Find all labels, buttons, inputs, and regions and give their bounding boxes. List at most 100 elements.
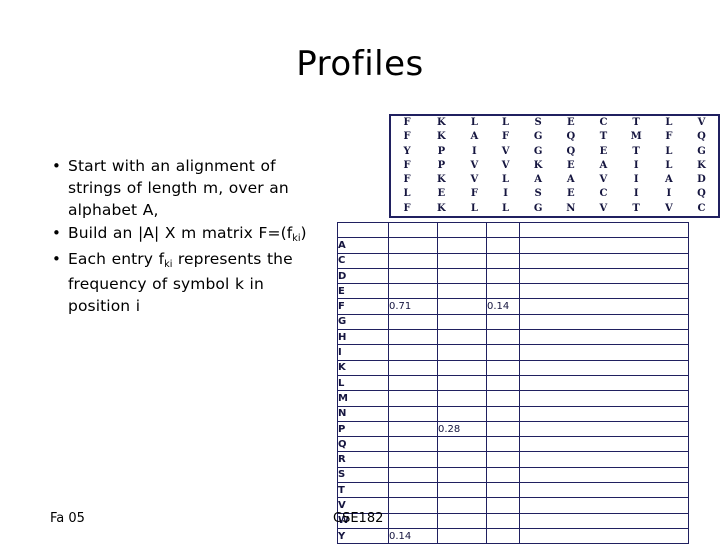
alignment-column: CTEAVCV xyxy=(587,115,620,217)
alignment-residue: M xyxy=(630,131,642,143)
matrix-cell[interactable] xyxy=(388,252,438,269)
matrix-cell[interactable] xyxy=(388,405,438,422)
matrix-cell[interactable] xyxy=(519,283,689,300)
matrix-cell[interactable] xyxy=(519,267,689,285)
matrix-cell[interactable] xyxy=(388,512,438,529)
matrix-cell[interactable] xyxy=(519,405,689,422)
matrix-cell[interactable]: 0.28 xyxy=(437,420,487,438)
matrix-cell[interactable] xyxy=(519,374,689,392)
matrix-cell[interactable] xyxy=(388,374,438,392)
matrix-cell[interactable] xyxy=(437,267,487,285)
matrix-cell[interactable] xyxy=(486,497,520,514)
matrix-cell[interactable] xyxy=(486,482,520,499)
matrix-cell[interactable] xyxy=(388,420,438,438)
alignment-residue: A xyxy=(566,174,575,186)
matrix-cell[interactable] xyxy=(437,405,487,422)
alignment-residue: C xyxy=(697,202,706,214)
matrix-cell[interactable] xyxy=(486,405,520,422)
matrix-cell[interactable] xyxy=(437,283,487,300)
matrix-cell[interactable] xyxy=(519,298,689,315)
table-row: P 0.28 xyxy=(337,420,689,438)
matrix-cell[interactable]: 0.14 xyxy=(486,298,520,315)
matrix-cell[interactable] xyxy=(437,466,487,484)
matrix-cell[interactable] xyxy=(388,390,438,407)
matrix-header-strip xyxy=(337,221,689,239)
matrix-cell[interactable] xyxy=(519,420,689,438)
matrix-cell[interactable] xyxy=(486,527,520,544)
matrix-cell[interactable] xyxy=(388,359,438,376)
matrix-cell[interactable] xyxy=(388,329,438,346)
matrix-cell[interactable] xyxy=(388,482,438,499)
matrix-cell[interactable] xyxy=(437,436,487,453)
matrix-cell[interactable] xyxy=(519,451,689,468)
alignment-residue: L xyxy=(502,117,510,128)
matrix-cell[interactable] xyxy=(519,329,689,346)
matrix-cell[interactable] xyxy=(519,390,689,407)
matrix-cell[interactable] xyxy=(388,313,438,331)
matrix-cell[interactable] xyxy=(486,344,520,361)
matrix-cell[interactable] xyxy=(486,374,520,392)
matrix-cell[interactable] xyxy=(437,313,487,331)
matrix-cell[interactable] xyxy=(437,237,487,254)
matrix-cell[interactable] xyxy=(437,374,487,392)
alignment-residue: K xyxy=(437,202,446,214)
matrix-cell[interactable] xyxy=(388,283,438,300)
matrix-cell[interactable] xyxy=(437,527,487,544)
matrix-cell[interactable] xyxy=(486,283,520,300)
matrix-cell[interactable] xyxy=(519,482,689,499)
matrix-cell[interactable] xyxy=(486,237,520,254)
matrix-cell[interactable] xyxy=(388,466,438,484)
matrix-cell[interactable] xyxy=(519,527,689,544)
matrix-cell[interactable]: 0.71 xyxy=(388,298,438,315)
matrix-cell[interactable] xyxy=(486,313,520,331)
matrix-row-label: L xyxy=(337,374,389,392)
alignment-residue: F xyxy=(403,131,411,143)
matrix-cell[interactable] xyxy=(486,512,520,529)
matrix-cell[interactable] xyxy=(486,390,520,407)
matrix-cell[interactable] xyxy=(486,451,520,468)
matrix-row-label: D xyxy=(337,267,389,285)
matrix-cell[interactable] xyxy=(437,512,487,529)
matrix-cell[interactable] xyxy=(486,329,520,346)
matrix-cell[interactable] xyxy=(437,482,487,499)
matrix-cell[interactable] xyxy=(486,252,520,269)
matrix-cell[interactable] xyxy=(437,252,487,269)
matrix-cell[interactable] xyxy=(437,329,487,346)
alignment-residue: A xyxy=(599,159,608,171)
matrix-cell[interactable] xyxy=(437,497,487,514)
matrix-cell[interactable] xyxy=(486,436,520,453)
matrix-cell[interactable] xyxy=(519,237,689,254)
matrix-cell[interactable] xyxy=(437,390,487,407)
matrix-cell[interactable] xyxy=(437,344,487,361)
matrix-cell[interactable] xyxy=(519,344,689,361)
matrix-cell[interactable] xyxy=(437,359,487,376)
matrix-cell[interactable] xyxy=(486,420,520,438)
matrix-cell[interactable] xyxy=(388,344,438,361)
matrix-cell[interactable] xyxy=(519,466,689,484)
matrix-cell[interactable] xyxy=(437,298,487,315)
matrix-cell[interactable] xyxy=(519,497,689,514)
matrix-cell[interactable] xyxy=(519,359,689,376)
matrix-cell[interactable] xyxy=(519,313,689,331)
matrix-cell[interactable] xyxy=(437,451,487,468)
matrix-cell[interactable] xyxy=(388,436,438,453)
bullet-marker-icon: • xyxy=(52,157,61,175)
matrix-cell[interactable] xyxy=(388,237,438,254)
matrix-cell[interactable] xyxy=(519,512,689,529)
alignment-residue: I xyxy=(633,188,639,200)
matrix-cell[interactable] xyxy=(388,497,438,514)
matrix-cell[interactable] xyxy=(486,359,520,376)
alignment-residue: F xyxy=(665,131,673,143)
matrix-cell[interactable] xyxy=(388,451,438,468)
alignment-residue: Y xyxy=(403,145,411,157)
matrix-cell[interactable]: 0.14 xyxy=(388,527,438,544)
matrix-cell[interactable] xyxy=(486,466,520,484)
matrix-cell[interactable] xyxy=(519,436,689,453)
matrix-cell[interactable] xyxy=(519,252,689,269)
footer-center-text: CSE182 xyxy=(333,511,384,526)
alignment-column: SGGKASG xyxy=(522,115,555,217)
matrix-header-corner xyxy=(337,221,389,239)
matrix-cell[interactable] xyxy=(388,267,438,285)
alignment-residue: K xyxy=(437,174,446,186)
matrix-cell[interactable] xyxy=(486,267,520,285)
